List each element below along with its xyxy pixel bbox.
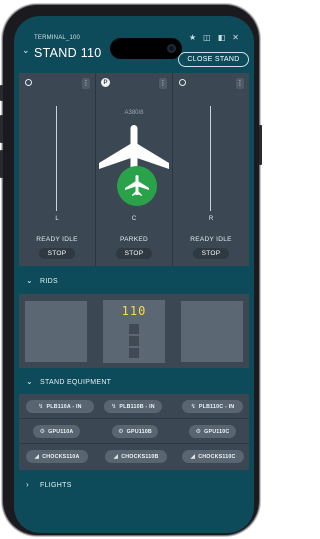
equipment-chip[interactable]: ◢ CHOCKS110A <box>26 450 88 463</box>
equipment-chip[interactable]: ◢ CHOCKS110C <box>182 450 244 463</box>
stand-column-center: P ⋮ A380/8 C PARKED STOP <box>96 73 172 266</box>
equipment-row-gpu: ⚙ GPU110A ⚙ GPU110B ⚙ GPU110C <box>19 419 249 444</box>
volume-up-button <box>0 115 3 143</box>
rid-cell <box>129 324 139 334</box>
rid-stand-number: 110 <box>121 304 147 318</box>
guidance-track <box>210 106 211 211</box>
more-menu-icon[interactable]: ⋮ <box>159 78 167 89</box>
terminal-label: TERMINAL_100 <box>34 35 81 41</box>
rid-cell <box>129 336 139 346</box>
more-menu-icon[interactable]: ⋮ <box>236 78 244 89</box>
stop-button[interactable]: STOP <box>193 248 229 259</box>
power-button <box>259 125 262 165</box>
window-controls: ★ ◫ ◧ ✕ <box>189 33 239 42</box>
section-title: FLIGHTS <box>40 482 72 489</box>
gpu-icon: ⚙ <box>195 429 202 435</box>
equipment-section-header[interactable]: ⌄ STAND EQUIPMENT <box>14 373 254 391</box>
equipment-row-chocks: ◢ CHOCKS110A ◢ CHOCKS110B ◢ CHOCKS110C <box>19 444 249 469</box>
close-stand-button[interactable]: CLOSE STAND <box>178 52 249 67</box>
more-menu-icon[interactable]: ⋮ <box>82 78 90 89</box>
chevron-right-icon: › <box>26 480 29 489</box>
stand-letter: C <box>131 216 137 222</box>
stand-status: PARKED <box>119 236 149 243</box>
stand-status: READY IDLE <box>36 236 78 243</box>
guidance-track <box>56 106 57 211</box>
rid-display-right <box>181 301 243 362</box>
chevron-down-icon: ⌄ <box>26 276 34 285</box>
camera-icon <box>167 44 176 53</box>
split-icon[interactable]: ◧ <box>218 33 226 42</box>
gpu-icon: ⚙ <box>39 429 46 435</box>
equipment-panel: ↯ PLB110A - IN ↯ PLB110B - IN ↯ PLB110C - I… <box>19 394 249 470</box>
chevron-down-icon: ⌄ <box>26 377 34 386</box>
aircraft-type: A380/8 <box>124 110 144 116</box>
stand-column-left: ⋮ L READY IDLE STOP <box>19 73 95 266</box>
chocks-icon: ◢ <box>34 454 40 460</box>
stand-letter: R <box>208 216 214 222</box>
collapse-chevron-icon[interactable]: ⌄ <box>22 45 30 56</box>
section-title: RIDS <box>40 278 58 285</box>
rid-display-left <box>25 301 87 362</box>
flights-section-header[interactable]: › FLIGHTS <box>14 476 254 494</box>
radio-button[interactable] <box>179 79 186 86</box>
stand-letter: L <box>55 216 59 222</box>
app-screen: TERMINAL_100 ⌄ STAND 110 ★ ◫ ◧ ✕ CLOSE S… <box>14 16 254 533</box>
radio-button[interactable] <box>25 79 32 86</box>
equipment-chip[interactable]: ◢ CHOCKS110B <box>105 450 167 463</box>
bridge-icon: ↯ <box>38 404 44 410</box>
equipment-chip[interactable]: ⚙ GPU110A <box>33 425 80 438</box>
aircraft-mini-icon <box>125 175 149 196</box>
close-icon[interactable]: ✕ <box>232 33 239 42</box>
page-title: STAND 110 <box>34 46 102 60</box>
chocks-icon: ◢ <box>190 454 196 460</box>
pin-icon[interactable]: ★ <box>189 33 196 42</box>
equipment-chip[interactable]: ↯ PLB110A - IN <box>26 400 94 413</box>
volume-down-button <box>0 150 3 178</box>
gpu-icon: ⚙ <box>118 429 124 435</box>
stop-button[interactable]: STOP <box>116 248 152 259</box>
rid-cell <box>129 348 139 358</box>
bridge-icon: ↯ <box>111 404 117 410</box>
rid-display-center: 110 <box>103 300 165 363</box>
equipment-chip[interactable]: ⚙ GPU110B <box>112 425 158 438</box>
section-title: STAND EQUIPMENT <box>40 379 112 386</box>
chocks-icon: ◢ <box>113 454 119 460</box>
rids-panel: 110 <box>19 294 249 368</box>
stand-column-right: ⋮ R READY IDLE STOP <box>173 73 249 266</box>
panel-icon[interactable]: ◫ <box>203 33 211 42</box>
rids-section-header[interactable]: ⌄ RIDS <box>14 272 254 290</box>
equipment-chip[interactable]: ↯ PLB110B - IN <box>104 400 162 413</box>
parked-badge: P <box>101 78 110 87</box>
stands-panel: ⋮ L READY IDLE STOP P ⋮ A380/8 C PARKED … <box>19 73 249 266</box>
bridge-icon: ↯ <box>190 404 196 410</box>
mute-switch <box>0 85 3 101</box>
stand-status: READY IDLE <box>190 236 232 243</box>
dynamic-island <box>110 38 182 59</box>
equipment-chip[interactable]: ⚙ GPU110C <box>189 425 236 438</box>
stop-button[interactable]: STOP <box>39 248 75 259</box>
phone-frame: TERMINAL_100 ⌄ STAND 110 ★ ◫ ◧ ✕ CLOSE S… <box>0 5 262 535</box>
equipment-row-bridges: ↯ PLB110A - IN ↯ PLB110B - IN ↯ PLB110C - I… <box>19 394 249 419</box>
equipment-chip[interactable]: ↯ PLB110C - IN <box>182 400 243 413</box>
